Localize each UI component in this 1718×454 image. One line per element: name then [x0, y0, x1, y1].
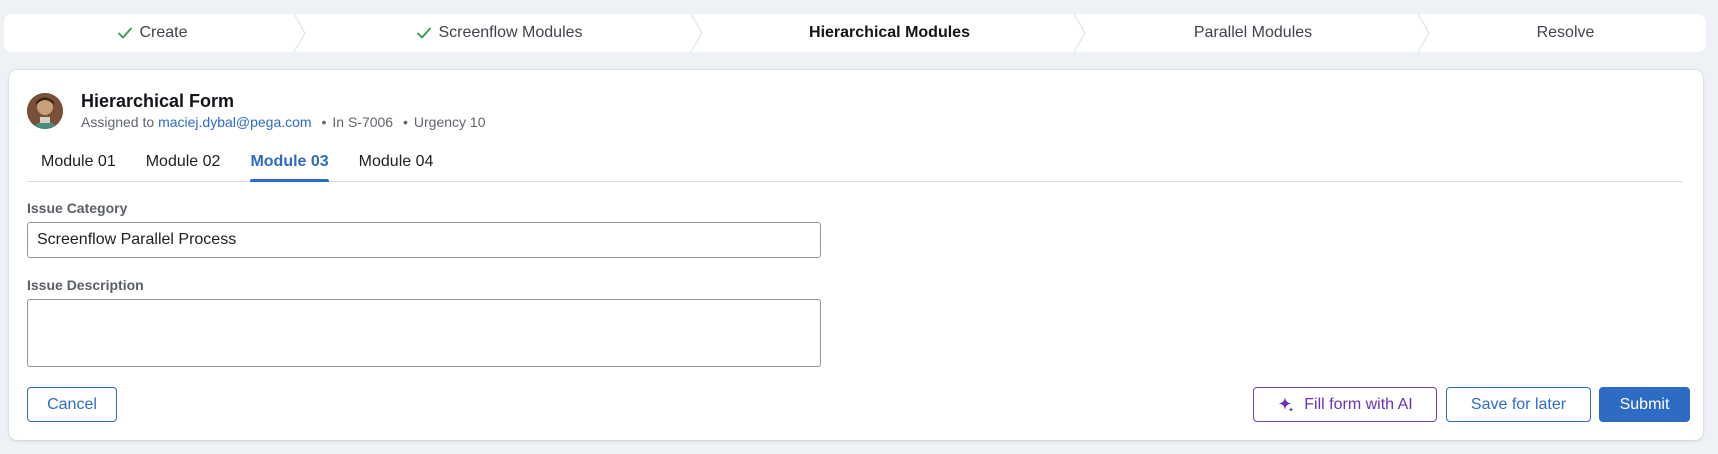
- sparkle-icon: [1278, 396, 1294, 412]
- issue-category-label: Issue Category: [27, 200, 128, 216]
- urgency-value: Urgency 10: [413, 114, 486, 130]
- chevron-right-icon: [1417, 14, 1430, 52]
- chevron-right-icon: [293, 14, 306, 52]
- assignee-link[interactable]: maciej.dybal@pega.com: [158, 114, 312, 130]
- header-text: Hierarchical Form Assigned to maciej.dyb…: [81, 90, 485, 131]
- step-label: Screenflow Modules: [438, 24, 583, 41]
- step-label: Resolve: [1536, 24, 1595, 41]
- tab-module-02[interactable]: Module 02: [132, 144, 235, 181]
- separator-dot: •: [402, 114, 408, 130]
- submit-button[interactable]: Submit: [1599, 387, 1690, 422]
- step-resolve: Resolve: [1425, 14, 1706, 52]
- tab-module-04[interactable]: Module 04: [345, 144, 448, 181]
- step-label: Hierarchical Modules: [809, 24, 970, 41]
- separator-dot: •: [321, 114, 327, 130]
- assignment-header: Hierarchical Form Assigned to maciej.dyb…: [27, 90, 485, 131]
- assigned-prefix: Assigned to: [81, 114, 155, 130]
- check-icon: [118, 27, 133, 39]
- step-label: Create: [139, 24, 188, 41]
- fill-form-ai-button[interactable]: Fill form with AI: [1253, 387, 1437, 422]
- assignment-meta: Assigned to maciej.dybal@pega.com • In S-…: [81, 113, 485, 131]
- chevron-right-icon: [1073, 14, 1086, 52]
- check-icon: [417, 27, 432, 39]
- tab-module-01[interactable]: Module 01: [27, 144, 130, 181]
- page-title: Hierarchical Form: [81, 91, 235, 111]
- cancel-button[interactable]: Cancel: [27, 387, 117, 422]
- avatar-image: [27, 92, 63, 129]
- step-hierarchical-modules: Hierarchical Modules: [698, 14, 1086, 52]
- fill-form-ai-label: Fill form with AI: [1304, 395, 1413, 413]
- step-screenflow-modules: Screenflow Modules: [301, 14, 703, 52]
- issue-category-input[interactable]: [27, 222, 821, 258]
- step-parallel-modules: Parallel Modules: [1081, 14, 1430, 52]
- step-create: Create: [4, 14, 306, 52]
- module-tabs: Module 01 Module 02 Module 03 Module 04: [27, 144, 1682, 182]
- step-label: Parallel Modules: [1193, 24, 1313, 41]
- issue-description-textarea[interactable]: [27, 299, 821, 367]
- issue-description-label: Issue Description: [27, 277, 144, 293]
- tab-module-03[interactable]: Module 03: [236, 144, 342, 182]
- assignment-card: Hierarchical Form Assigned to maciej.dyb…: [9, 70, 1703, 440]
- stage-stepper: Create Screenflow Modules Hierarchical M…: [4, 14, 1706, 52]
- avatar: [27, 92, 63, 129]
- case-reference: In S-7006: [332, 114, 394, 130]
- save-for-later-button[interactable]: Save for later: [1446, 387, 1591, 422]
- chevron-right-icon: [690, 14, 703, 52]
